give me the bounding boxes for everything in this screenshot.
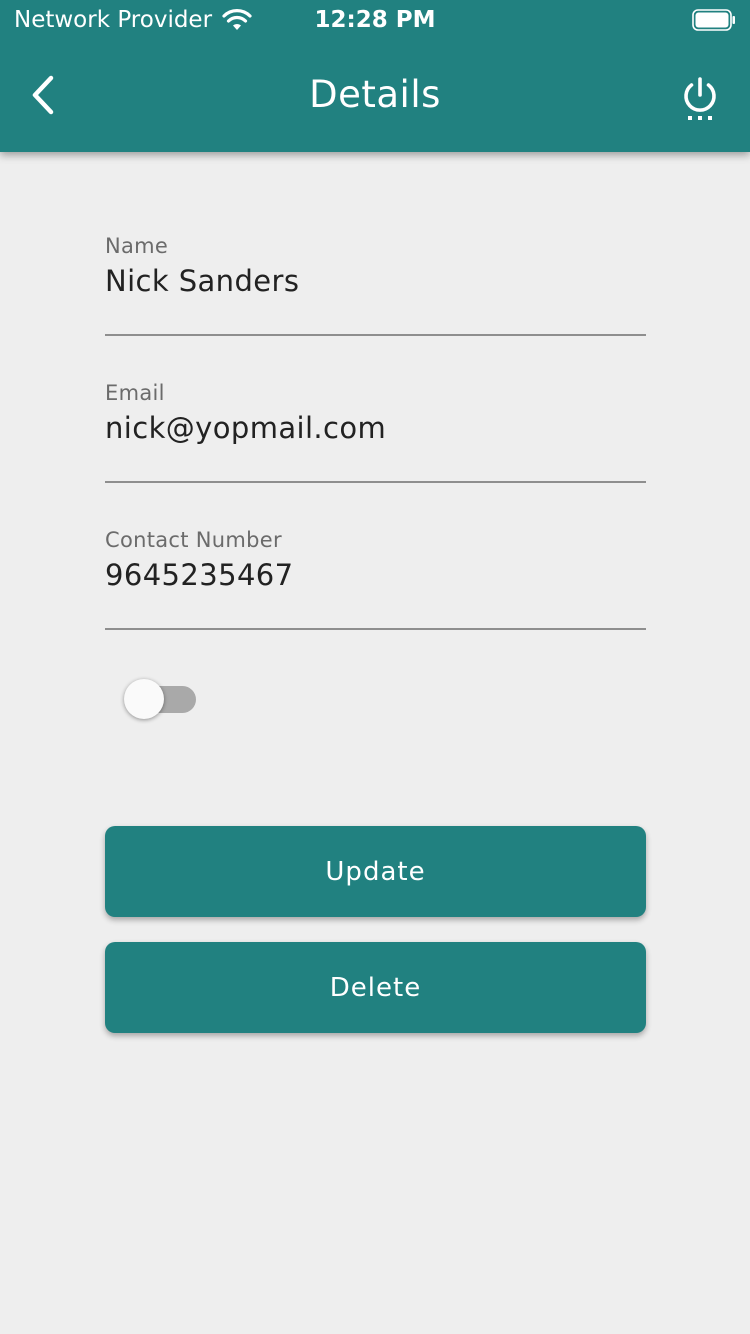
battery-icon bbox=[692, 9, 735, 31]
contact-number-field[interactable]: Contact Number 9645235467 bbox=[105, 528, 646, 630]
app-bar: Network Provider 12:28 PM Details bbox=[0, 0, 750, 152]
name-field[interactable]: Name Nick Sanders bbox=[105, 234, 646, 336]
email-field[interactable]: Email nick@yopmail.com bbox=[105, 381, 646, 483]
contact-number-label: Contact Number bbox=[105, 528, 282, 552]
update-button[interactable]: Update bbox=[105, 826, 646, 917]
email-label: Email bbox=[105, 381, 165, 405]
contact-number-input[interactable]: 9645235467 bbox=[105, 558, 646, 592]
toggle-thumb bbox=[124, 679, 164, 719]
status-time: 12:28 PM bbox=[314, 7, 436, 33]
toolbar: Details bbox=[0, 40, 750, 152]
email-input[interactable]: nick@yopmail.com bbox=[105, 411, 646, 445]
delete-button[interactable]: Delete bbox=[105, 942, 646, 1033]
page-title: Details bbox=[309, 73, 441, 116]
status-bar: Network Provider 12:28 PM bbox=[0, 0, 750, 40]
name-label: Name bbox=[105, 234, 169, 258]
power-icon bbox=[684, 77, 716, 120]
toggle-switch[interactable] bbox=[122, 676, 200, 722]
logout-button[interactable] bbox=[678, 74, 722, 124]
name-input[interactable]: Nick Sanders bbox=[105, 264, 646, 298]
